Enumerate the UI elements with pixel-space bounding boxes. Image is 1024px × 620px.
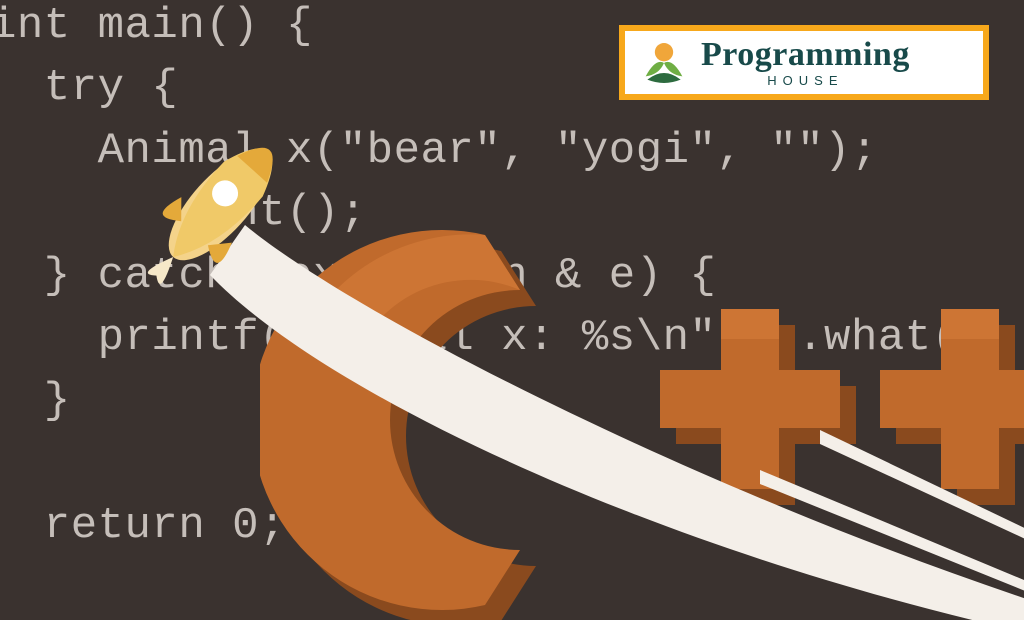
promo-graphic: int main() { try { Animal x("bear", "yog… bbox=[0, 0, 1024, 620]
badge-title: Programming bbox=[701, 38, 910, 72]
badge-text: Programming HOUSE bbox=[701, 38, 910, 87]
code-line: printf("Animal x: %s\n", e.what() bbox=[0, 313, 985, 363]
code-line: int(); bbox=[0, 188, 367, 238]
code-line: int main() { bbox=[0, 1, 313, 51]
code-line: try { bbox=[0, 63, 178, 113]
leaf-sun-icon bbox=[639, 38, 689, 88]
badge-subtitle: HOUSE bbox=[701, 74, 910, 87]
code-line: } bbox=[0, 376, 71, 426]
code-line: Animal x("bear", "yogi", ""); bbox=[0, 126, 878, 176]
code-line: } catch (exception & e) { bbox=[0, 251, 716, 301]
code-line: return 0; bbox=[0, 501, 286, 551]
brand-badge: Programming HOUSE bbox=[619, 25, 989, 100]
